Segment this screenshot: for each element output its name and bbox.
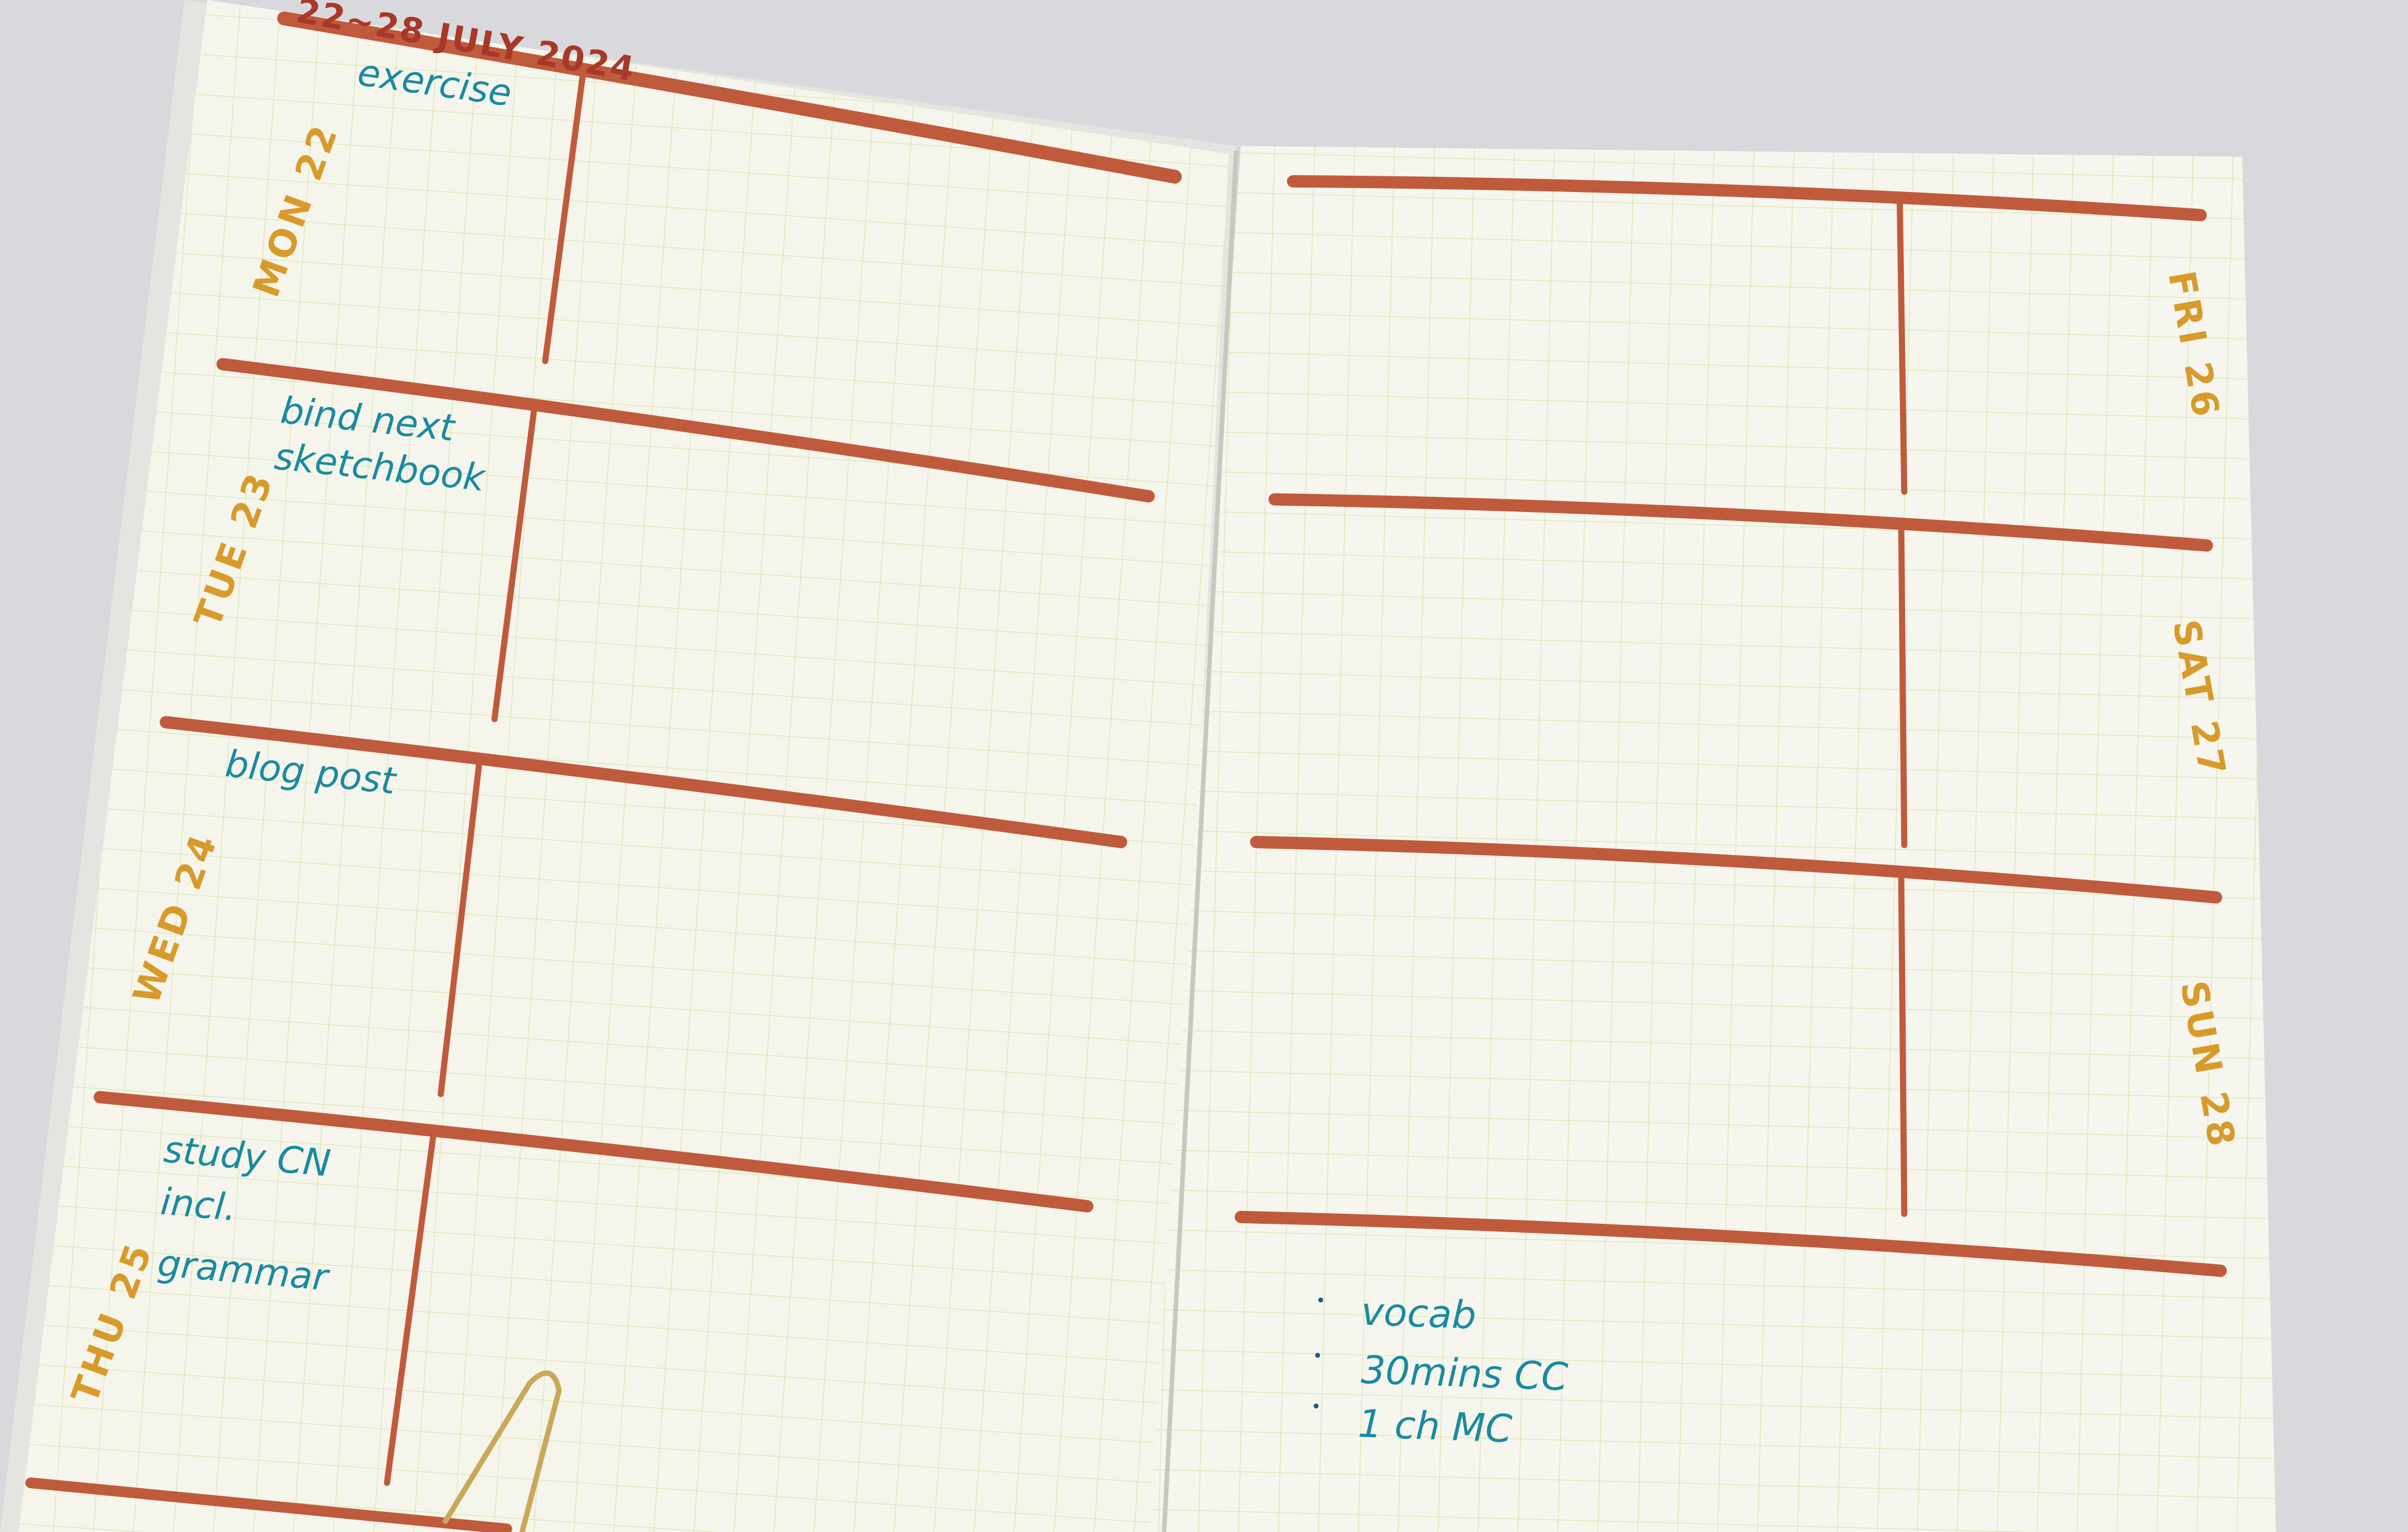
left-page (0, 0, 1237, 1532)
notebook-photo: 22~28 JULY 2024 MON 22 TUE 23 WED 24 THU… (0, 0, 2408, 1532)
note-item: 30mins CC (1360, 1348, 1569, 1400)
note-item: 1 ch MC (1357, 1402, 1513, 1452)
bullet-dot (1315, 1352, 1320, 1358)
note-item: vocab (1360, 1290, 1477, 1338)
bullet-dot (1313, 1403, 1319, 1408)
task-item: incl. (159, 1181, 238, 1230)
bullet-dot (1318, 1297, 1324, 1303)
